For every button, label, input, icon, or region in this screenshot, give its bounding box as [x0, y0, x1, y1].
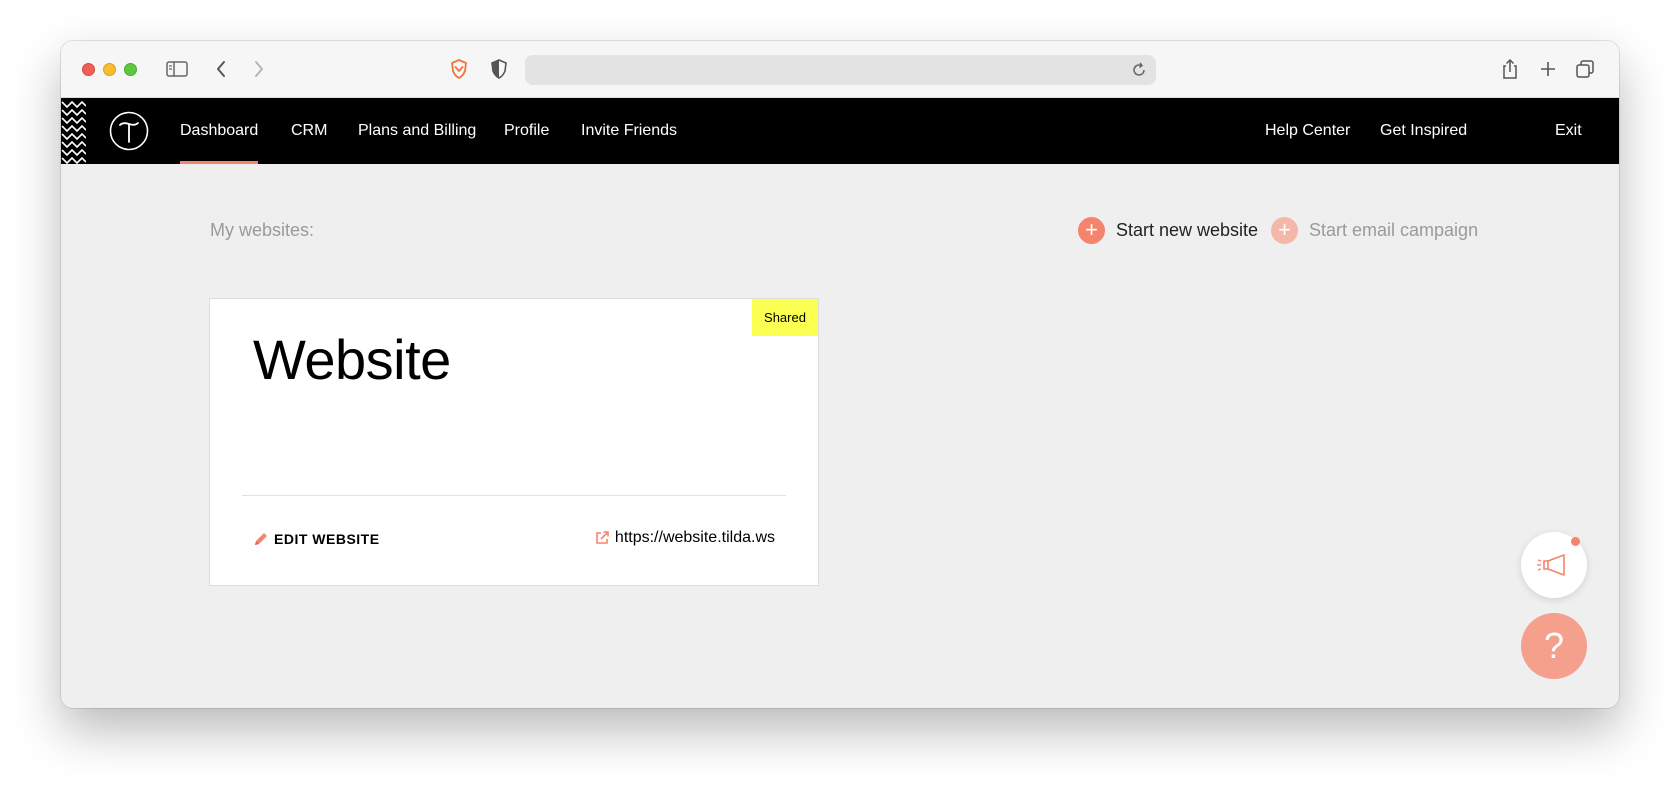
nav-help-center[interactable]: Help Center	[1265, 98, 1350, 164]
dashboard-content: My websites: + Start new website + Start…	[61, 164, 1619, 708]
close-window-button[interactable]	[82, 63, 95, 76]
announcements-button[interactable]	[1521, 532, 1587, 598]
tilda-logo[interactable]	[109, 111, 149, 151]
nav-crm[interactable]: CRM	[291, 98, 327, 164]
address-bar[interactable]	[525, 55, 1156, 85]
minimize-window-button[interactable]	[103, 63, 116, 76]
website-url-link[interactable]: https://website.tilda.ws	[594, 529, 775, 547]
tab-overview-icon[interactable]	[1572, 56, 1598, 82]
pencil-icon	[255, 533, 267, 545]
nav-get-inspired[interactable]: Get Inspired	[1380, 98, 1467, 164]
reload-icon[interactable]	[1130, 61, 1148, 79]
notification-dot	[1571, 537, 1580, 546]
edit-website-label: EDIT WEBSITE	[274, 531, 380, 547]
top-navigation: Dashboard CRM Plans and Billing Profile …	[61, 98, 1619, 164]
nav-exit[interactable]: Exit	[1555, 98, 1582, 164]
shared-badge: Shared	[752, 299, 818, 336]
edit-website-button[interactable]: EDIT WEBSITE	[253, 531, 380, 547]
back-icon[interactable]	[208, 56, 234, 82]
card-divider	[242, 495, 786, 496]
plus-circle-icon: +	[1271, 216, 1298, 244]
nav-invite-friends[interactable]: Invite Friends	[581, 98, 677, 164]
privacy-shield-icon[interactable]	[486, 56, 512, 82]
start-new-website-label: Start new website	[1116, 219, 1259, 240]
website-card[interactable]: Shared Website EDIT WEBSITE https://webs…	[209, 298, 819, 586]
start-new-website-button[interactable]: + Start new website	[1078, 215, 1258, 245]
plus-circle-icon: +	[1078, 216, 1105, 244]
help-button[interactable]: ?	[1521, 613, 1587, 679]
external-link-icon	[596, 531, 609, 544]
start-email-campaign-button[interactable]: + Start email campaign	[1271, 215, 1478, 245]
website-url-label: https://website.tilda.ws	[614, 529, 775, 546]
new-tab-icon[interactable]	[1535, 56, 1561, 82]
sidebar-toggle-icon[interactable]	[164, 56, 190, 82]
browser-toolbar	[61, 41, 1619, 98]
my-websites-label: My websites:	[210, 220, 315, 240]
maximize-window-button[interactable]	[124, 63, 137, 76]
nav-profile[interactable]: Profile	[504, 98, 549, 164]
nav-plans-and-billing[interactable]: Plans and Billing	[358, 98, 476, 164]
start-email-campaign-label: Start email campaign	[1309, 219, 1479, 240]
share-icon[interactable]	[1497, 56, 1523, 82]
forward-icon[interactable]	[246, 56, 272, 82]
nav-dashboard[interactable]: Dashboard	[180, 98, 259, 164]
website-title[interactable]: Website	[253, 327, 451, 392]
brave-shield-icon[interactable]	[446, 56, 472, 82]
browser-window: Dashboard CRM Plans and Billing Profile …	[61, 41, 1619, 708]
megaphone-icon	[1537, 554, 1565, 576]
zigzag-pattern	[61, 100, 86, 164]
question-mark-icon: ?	[1543, 625, 1565, 666]
